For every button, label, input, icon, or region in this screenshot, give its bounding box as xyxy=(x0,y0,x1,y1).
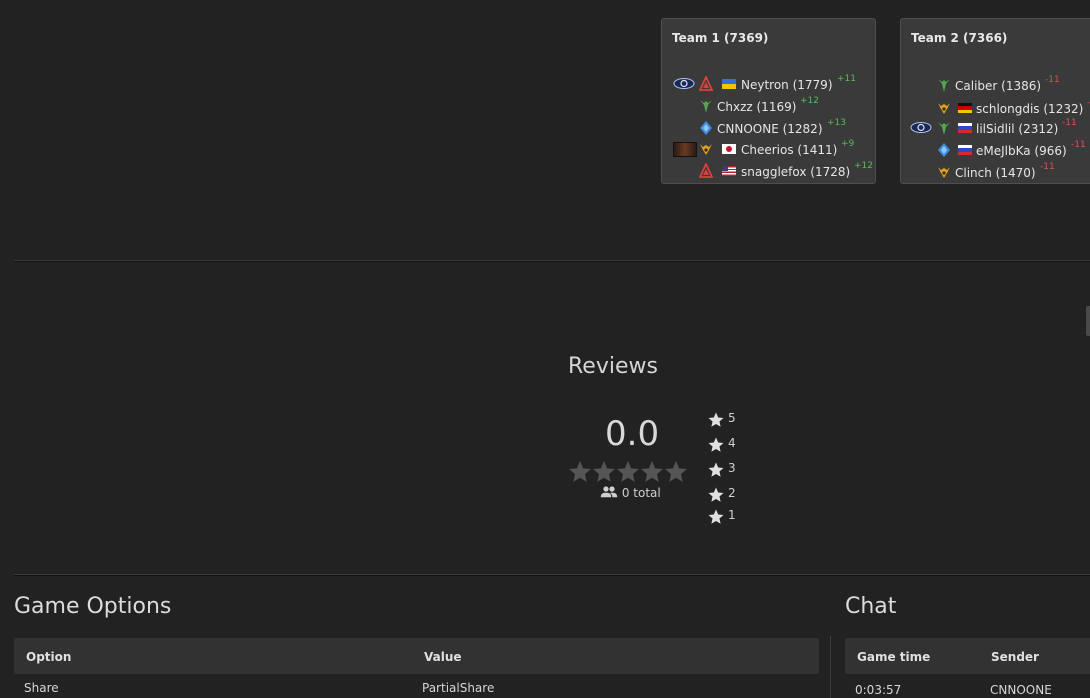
rating-star-icon[interactable] xyxy=(615,459,641,485)
section-divider-top xyxy=(14,260,1090,262)
rating-level-label: 4 xyxy=(728,436,736,450)
rating-level-label: 2 xyxy=(728,486,736,500)
review-total-label: 0 total xyxy=(621,486,661,500)
side-scroll-handle[interactable] xyxy=(1086,306,1090,336)
section-divider-bottom xyxy=(14,574,1090,576)
game-options-header: Option Value xyxy=(14,638,819,674)
green-race-icon xyxy=(938,122,950,135)
chat-time-cell: 0:03:57 xyxy=(855,683,902,697)
review-total: 0 total xyxy=(600,486,661,500)
achievement-badge-icon xyxy=(910,121,932,134)
reviews-title: Reviews xyxy=(568,354,658,379)
star-icon xyxy=(708,437,724,452)
red-race-icon xyxy=(699,76,713,91)
game-options-title: Game Options xyxy=(14,594,172,619)
column-header-option[interactable]: Option xyxy=(26,650,71,664)
player-name[interactable]: Chxzz (1169) xyxy=(717,100,796,114)
team-1-title: Team 1 (7369) xyxy=(672,31,769,45)
green-race-icon xyxy=(700,100,712,113)
player-name[interactable]: snagglefox (1728) xyxy=(741,165,850,179)
flag-jp-icon xyxy=(722,144,736,154)
player-name[interactable]: Caliber (1386) xyxy=(955,79,1041,93)
player-name[interactable]: schlongdis (1232) xyxy=(976,102,1083,116)
rating-delta: +11 xyxy=(837,74,856,84)
rating-delta: +12 xyxy=(854,161,873,171)
chat-sender-cell: CNNOONE xyxy=(990,683,1052,697)
review-score: 0.0 xyxy=(605,414,660,454)
player-name[interactable]: CNNOONE (1282) xyxy=(717,122,823,136)
rating-delta: -11 xyxy=(1040,162,1055,172)
star-icon xyxy=(708,462,724,477)
column-header-game-time[interactable]: Game time xyxy=(857,650,930,664)
player-row[interactable]: schlongdis (1232)-11 xyxy=(901,98,1090,119)
rating-delta: -11 xyxy=(1045,75,1060,85)
blue-race-icon xyxy=(938,143,950,157)
player-row[interactable]: Neytron (1779) +11 xyxy=(662,74,882,95)
player-name[interactable]: lilSidlil (2312) xyxy=(976,122,1058,136)
flag-ua-icon xyxy=(722,79,736,89)
flag-us-icon xyxy=(722,166,736,176)
chat-title: Chat xyxy=(845,594,897,619)
player-row[interactable]: Chxzz (1169) +12 xyxy=(662,96,882,117)
chat-header: Game time Sender xyxy=(845,638,1090,674)
blue-race-icon xyxy=(700,121,712,135)
star-icon xyxy=(708,412,724,427)
option-value-cell: PartialShare xyxy=(422,681,495,695)
rating-level-label: 1 xyxy=(728,508,736,522)
flag-de-icon xyxy=(958,103,972,113)
star-icon xyxy=(708,509,724,524)
team-2-title: Team 2 (7366) xyxy=(911,31,1008,45)
player-row[interactable]: eMeJlbKa (966) -11 xyxy=(901,140,1090,161)
flag-ru-icon xyxy=(958,145,972,155)
rating-delta: +13 xyxy=(827,118,846,128)
gold-race-icon xyxy=(938,167,950,178)
player-row[interactable]: lilSidlil (2312) -11 xyxy=(901,118,1090,139)
users-icon xyxy=(600,486,618,498)
rating-delta: +12 xyxy=(800,96,819,106)
player-name[interactable]: eMeJlbKa (966) xyxy=(976,144,1067,158)
achievement-badge-icon xyxy=(673,77,695,90)
rating-stars[interactable] xyxy=(567,459,687,489)
player-row[interactable]: CNNOONE (1282) +13 xyxy=(662,118,882,139)
player-row[interactable]: Clinch (1470) -11 xyxy=(901,162,1090,183)
rating-star-icon[interactable] xyxy=(663,459,689,485)
rating-delta: -11 xyxy=(1062,118,1077,128)
gold-race-icon xyxy=(700,144,712,155)
player-name[interactable]: Neytron (1779) xyxy=(741,78,833,92)
player-name[interactable]: Clinch (1470) xyxy=(955,166,1036,180)
column-header-value[interactable]: Value xyxy=(424,650,462,664)
player-name[interactable]: Cheerios (1411) xyxy=(741,143,837,157)
option-name-cell: Share xyxy=(24,681,59,695)
gold-race-icon xyxy=(938,103,950,114)
player-row[interactable]: Caliber (1386) -11 xyxy=(901,75,1090,96)
player-row[interactable]: Cheerios (1411) +9 xyxy=(662,139,882,160)
rating-level-label: 3 xyxy=(728,461,736,475)
flag-ru-icon xyxy=(958,123,972,133)
rating-delta: +9 xyxy=(841,139,855,149)
player-row[interactable]: snagglefox (1728) +12 xyxy=(662,161,882,182)
team-2-card: Team 2 (7366) Caliber (1386) -11 schlongdi… xyxy=(900,18,1090,184)
column-header-sender[interactable]: Sender xyxy=(991,650,1039,664)
rating-star-icon[interactable] xyxy=(591,459,617,485)
rating-star-icon[interactable] xyxy=(567,459,593,485)
star-icon xyxy=(708,487,724,502)
team-1-card: Team 1 (7369) Neytron (1779) +11 Chxzz (11… xyxy=(661,18,876,184)
rating-star-icon[interactable] xyxy=(639,459,665,485)
player-avatar xyxy=(673,142,697,157)
green-race-icon xyxy=(938,79,950,92)
rating-delta: -11 xyxy=(1071,140,1086,150)
rating-level-label: 5 xyxy=(728,411,736,425)
column-separator xyxy=(830,636,831,698)
red-race-icon xyxy=(699,163,713,178)
